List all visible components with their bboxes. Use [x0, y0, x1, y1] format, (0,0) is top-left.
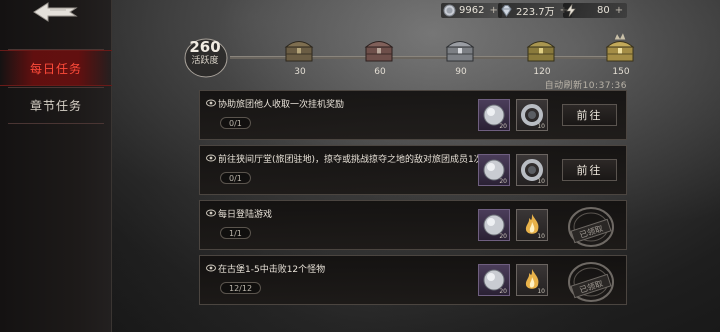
lightning-icon [566, 4, 576, 17]
resource-stamina-plus[interactable]: + [615, 5, 623, 16]
reward-count: 10 [537, 123, 545, 130]
reward-count: 20 [499, 178, 507, 185]
eye-icon[interactable] [206, 99, 216, 107]
tab-chapter-tasks-label: 章节任务 [29, 98, 82, 113]
reward-count: 10 [537, 233, 545, 240]
reward-count: 20 [499, 233, 507, 240]
task-progress: 0/1 [220, 117, 251, 129]
resource-stamina[interactable]: 80 + [563, 3, 628, 18]
activity-value: 260 [189, 38, 221, 56]
task-title: 每日登陆游戏 [218, 210, 273, 220]
claimed-stamp-icon: 已领取 [568, 207, 614, 247]
task-progress: 12/12 [220, 282, 262, 294]
task-progress: 1/1 [220, 227, 251, 239]
chest-ornate-gold-icon[interactable] [604, 30, 636, 64]
activity-label: 活跃度 [191, 56, 219, 66]
chest-gold-icon[interactable] [525, 36, 557, 64]
resource-silver[interactable]: 9962 + [441, 3, 502, 18]
go-button[interactable]: 前往 [562, 159, 617, 181]
sidebar-divider [8, 123, 104, 124]
go-button[interactable]: 前往 [562, 104, 617, 126]
gem-icon [501, 5, 512, 17]
eye-icon[interactable] [206, 209, 216, 217]
reward-slot[interactable]: 10 [516, 264, 548, 296]
milestone-label: 90 [455, 67, 467, 77]
reward-slot[interactable]: 10 [516, 99, 548, 131]
task-title: 在古堡1-5中击败12个怪物 [218, 265, 326, 275]
reward-slot[interactable]: 20 [478, 264, 510, 296]
milestone-label: 30 [294, 67, 306, 77]
milestone-label: 150 [612, 67, 630, 77]
back-arrow-icon [33, 2, 78, 22]
tab-daily-tasks-label: 每日任务 [29, 61, 82, 76]
activity-badge: 260 活跃度 [185, 38, 225, 78]
task-row: 前往狭间厅堂(旅团驻地)，掠夺或挑战掠夺之地的敌对旅团成员1次 0/1 20 1… [199, 145, 627, 195]
silver-coin-icon [443, 4, 456, 17]
task-title: 协助旅团他人收取一次挂机奖励 [218, 100, 345, 110]
task-row: 每日登陆游戏 1/1 20 10 已领取 [199, 200, 627, 250]
reward-slot[interactable]: 10 [516, 154, 548, 186]
resource-stamina-value: 80 [597, 5, 610, 16]
reward-slot[interactable]: 20 [478, 99, 510, 131]
sidebar: 每日任务 章节任务 [0, 0, 112, 332]
reward-slot[interactable]: 20 [478, 154, 510, 186]
resource-silver-plus[interactable]: + [489, 5, 497, 16]
task-title: 前往狭间厅堂(旅团驻地)，掠夺或挑战掠夺之地的敌对旅团成员1次 [218, 155, 483, 165]
task-row: 协助旅团他人收取一次挂机奖励 0/1 20 10 前往 [199, 90, 627, 140]
tab-chapter-tasks[interactable]: 章节任务 [0, 87, 112, 123]
resource-silver-value: 9962 [459, 5, 485, 16]
task-row: 在古堡1-5中击败12个怪物 12/12 20 10 已领取 [199, 255, 627, 305]
reward-count: 10 [537, 288, 545, 295]
reward-slot[interactable]: 10 [516, 209, 548, 241]
task-progress: 0/1 [220, 172, 251, 184]
chest-silver-icon[interactable] [444, 36, 476, 64]
tab-daily-tasks[interactable]: 每日任务 [0, 50, 112, 86]
reward-count: 10 [537, 178, 545, 185]
milestone-label: 60 [374, 67, 386, 77]
back-button[interactable] [30, 0, 80, 24]
resource-gem-value: 223.7万 [516, 7, 555, 18]
chest-red-icon[interactable] [363, 36, 395, 64]
milestone-label: 120 [533, 67, 551, 77]
claimed-stamp-icon: 已领取 [568, 262, 614, 302]
reward-count: 20 [499, 123, 507, 130]
eye-icon[interactable] [206, 264, 216, 272]
eye-icon[interactable] [206, 154, 216, 162]
chest-bronze-icon[interactable] [283, 36, 315, 64]
resource-gem[interactable]: 223.7万 + [498, 3, 573, 18]
reward-count: 20 [499, 288, 507, 295]
reward-slot[interactable]: 20 [478, 209, 510, 241]
